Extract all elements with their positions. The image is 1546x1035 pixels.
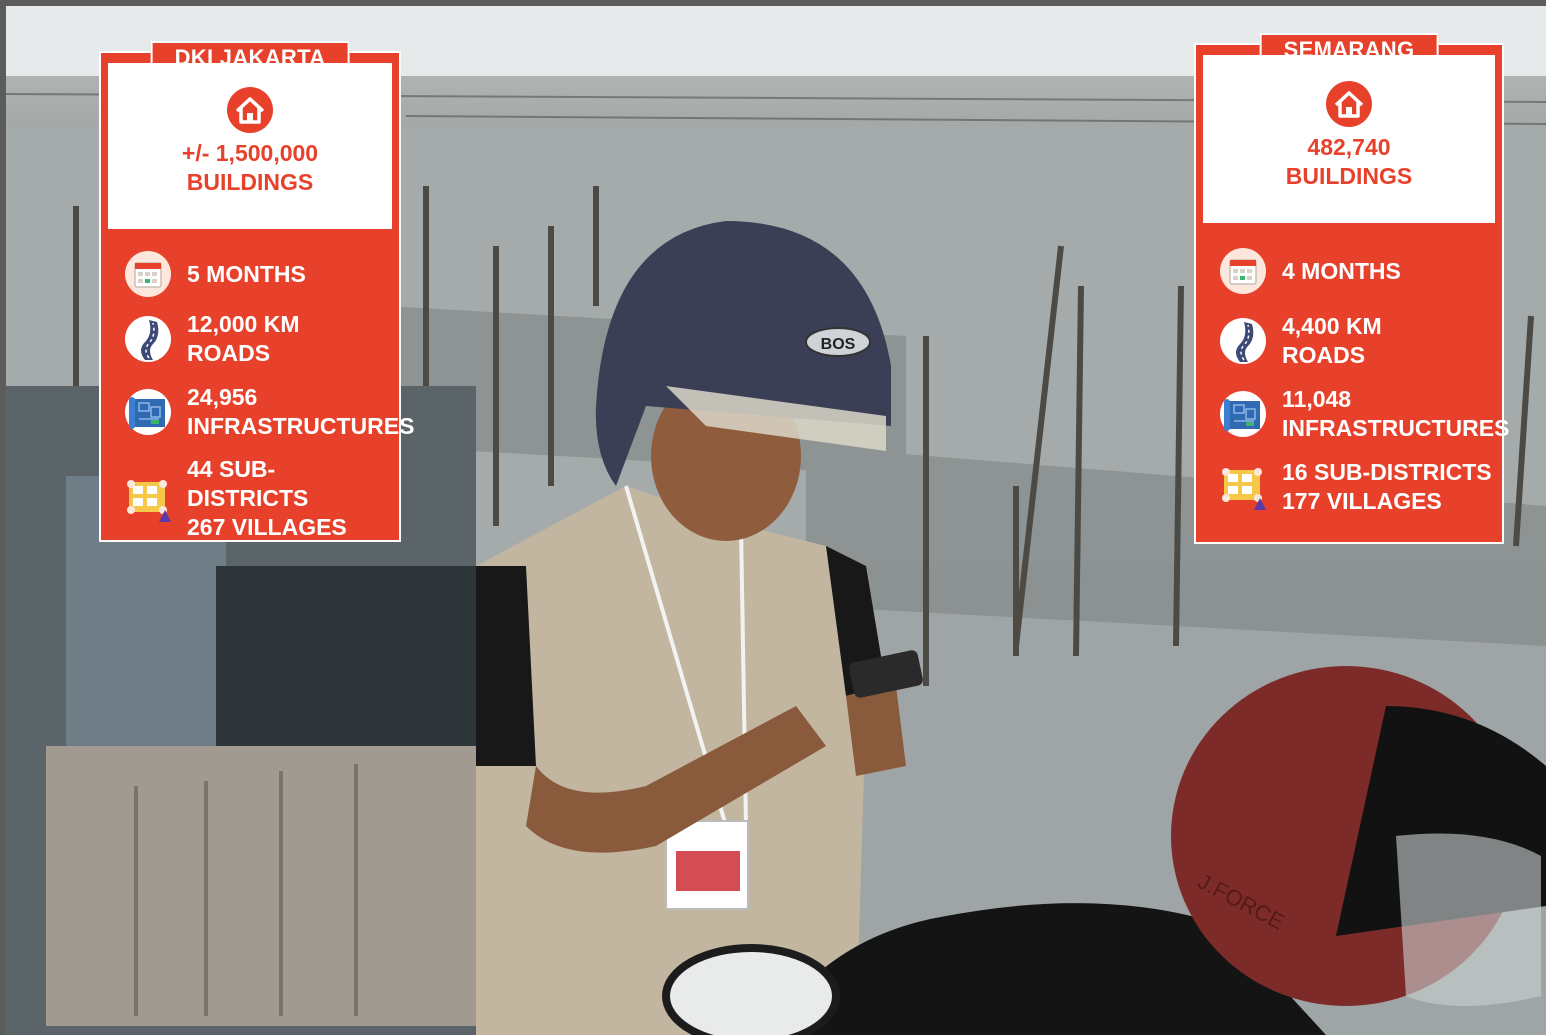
calendar-icon (125, 251, 171, 297)
infrastructures-label: INFRASTRUCTURES (187, 413, 415, 439)
infrastructures-count: 11,048 (1282, 386, 1352, 412)
villages-text: 267 VILLAGES (187, 514, 347, 540)
buildings-label: BUILDINGS (1285, 163, 1413, 189)
buildings-panel: +/- 1,500,000 BUILDINGS (108, 63, 392, 229)
house-icon (1326, 81, 1372, 127)
blueprint-map-icon (1220, 391, 1266, 437)
infrastructures-row: 24,956 INFRASTRUCTURES (125, 383, 414, 441)
months-row: 5 MONTHS (125, 251, 389, 297)
helmet-brand-text: BOS (821, 336, 856, 353)
calendar-icon (1220, 248, 1266, 294)
subdistricts-text: 16 SUB-DISTRICTS (1282, 459, 1492, 485)
infrastructures-row: 11,048 INFRASTRUCTURES (1220, 385, 1509, 443)
subdistricts-text: 44 SUB-DISTRICTS (187, 456, 309, 511)
roads-km-text: 4,400 KM (1282, 313, 1382, 339)
infrastructures-count: 24,956 (187, 384, 258, 410)
buildings-label: BUILDINGS (186, 169, 314, 195)
road-icon (1220, 318, 1266, 364)
months-text: 5 MONTHS (187, 260, 306, 287)
roads-row: 4,400 KM ROADS (1220, 312, 1492, 370)
roads-row: 12,000 KM ROADS (125, 310, 389, 368)
roads-label: ROADS (1282, 342, 1366, 368)
roads-km-text: 12,000 KM (187, 311, 300, 337)
road-icon (125, 316, 171, 362)
districts-row: 16 SUB-DISTRICTS 177 VILLAGES (1220, 458, 1492, 516)
blueprint-map-icon (125, 389, 171, 435)
roads-label: ROADS (187, 340, 271, 366)
jakarta-stats-card: DKI JAKARTA +/- 1,500,000 BUILDINGS 5 MO… (101, 41, 414, 542)
months-text: 4 MONTHS (1282, 257, 1401, 284)
village-map-icon (1222, 468, 1266, 510)
infrastructures-label: INFRASTRUCTURES (1282, 415, 1510, 441)
villages-text: 177 VILLAGES (1282, 488, 1442, 514)
semarang-stats-card: SEMARANG 482,740 BUILDINGS 4 MONTHS 4,40… (1196, 33, 1509, 542)
buildings-count: 482,740 (1307, 134, 1391, 160)
months-row: 4 MONTHS (1220, 248, 1492, 294)
house-icon (227, 87, 273, 133)
buildings-count: +/- 1,500,000 (181, 140, 319, 166)
village-map-icon (127, 479, 171, 522)
buildings-panel: 482,740 BUILDINGS (1203, 55, 1495, 223)
districts-row: 44 SUB-DISTRICTS 267 VILLAGES (125, 455, 389, 542)
